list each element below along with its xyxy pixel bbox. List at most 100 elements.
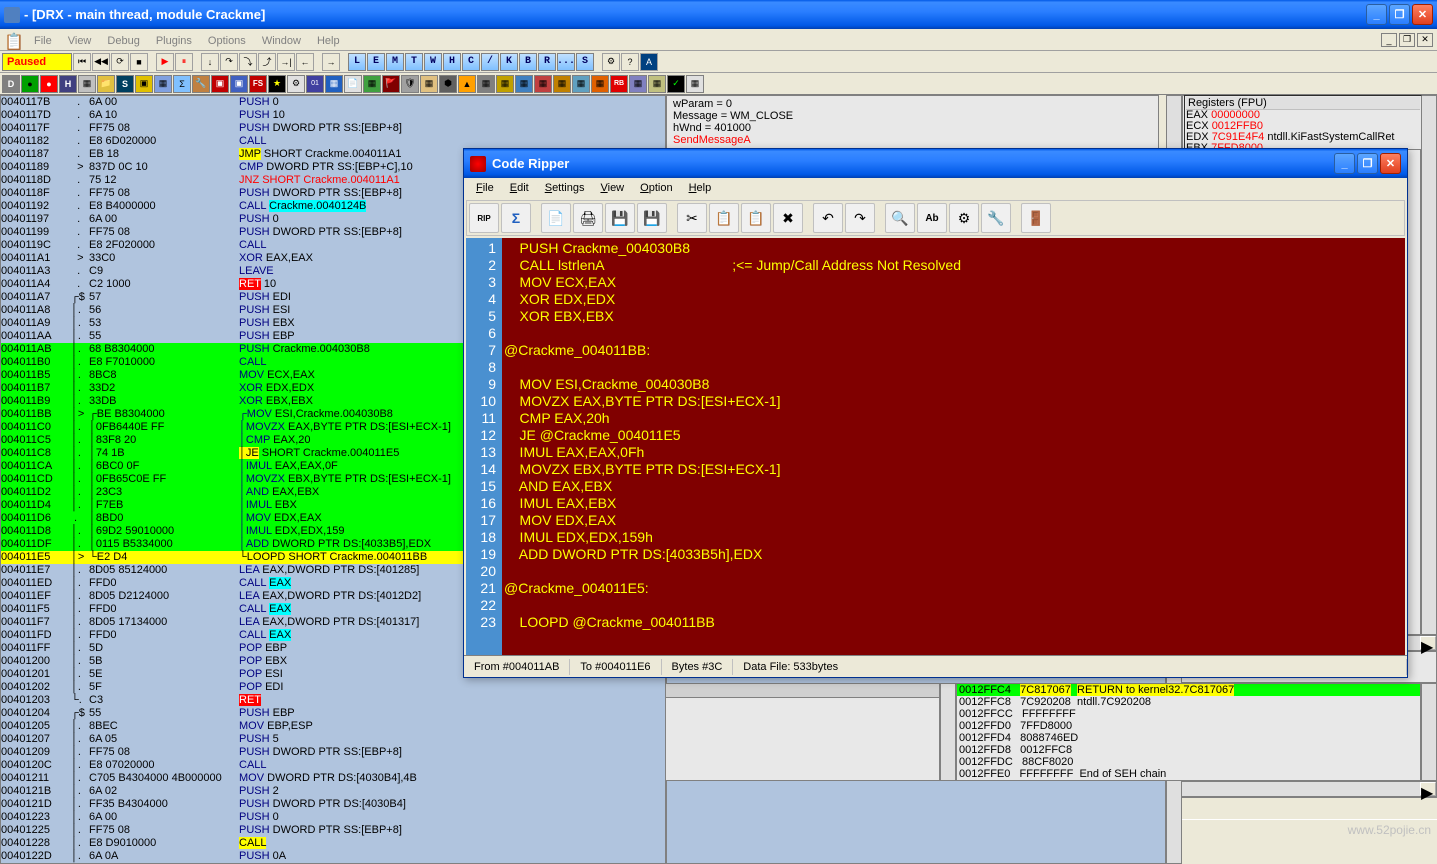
- menu-window[interactable]: Window: [254, 33, 309, 49]
- cr-code-line[interactable]: MOV EDX,EAX: [504, 512, 1403, 529]
- plugin-misc13-icon[interactable]: ✓: [667, 75, 685, 93]
- cr-menu-file[interactable]: File: [468, 180, 502, 196]
- stack-row[interactable]: 0012FFE0 FFFFFFFF End of SEH chain: [957, 768, 1420, 780]
- disasm-row[interactable]: 00401228│.E8 D9010000CALL: [1, 837, 665, 850]
- disasm-row[interactable]: 00401207│.6A 05PUSH 5: [1, 733, 665, 746]
- plugin-misc8-icon[interactable]: ▦: [553, 75, 571, 93]
- cr-new-icon[interactable]: 📄: [541, 203, 571, 233]
- disasm-row[interactable]: 0040121D│.FF35 B4304000PUSH DWORD PTR DS…: [1, 798, 665, 811]
- cr-code-line[interactable]: AND EAX,EBX: [504, 478, 1403, 495]
- cr-copy-icon[interactable]: 📋: [709, 203, 739, 233]
- tb-letter-m[interactable]: M: [386, 53, 404, 71]
- plugin-shield-icon[interactable]: 🛡: [401, 75, 419, 93]
- cr-sigma-icon[interactable]: Σ: [501, 203, 531, 233]
- plugin-misc1-icon[interactable]: ▦: [420, 75, 438, 93]
- disasm-row[interactable]: 00401182 .E8 6D020000CALL: [1, 135, 665, 148]
- tb-rewind-icon[interactable]: ⏮: [73, 53, 91, 71]
- cr-tool-icon[interactable]: 🔧: [981, 203, 1011, 233]
- disasm-row[interactable]: 0040121B│.6A 02PUSH 2: [1, 785, 665, 798]
- plugin-green-icon[interactable]: ●: [21, 75, 39, 93]
- stack-row[interactable]: 0012FFDC 88CF8020: [957, 756, 1420, 768]
- stack-row[interactable]: 0012FFD4 8088746ED: [957, 732, 1420, 744]
- disasm-row[interactable]: 0040117B .6A 00PUSH 0: [1, 96, 665, 109]
- plugin-yellow-icon[interactable]: ▣: [135, 75, 153, 93]
- tb-letter-h[interactable]: H: [443, 53, 461, 71]
- cr-menu-edit[interactable]: Edit: [502, 180, 537, 196]
- cr-code-line[interactable]: JE @Crackme_004011E5: [504, 427, 1403, 444]
- plugin-gear-icon[interactable]: ⚙: [287, 75, 305, 93]
- cr-code-line[interactable]: IMUL EDX,EDX,159h: [504, 529, 1403, 546]
- cr-code-line[interactable]: [504, 563, 1403, 580]
- cr-titlebar[interactable]: Code Ripper _ ❐ ✕: [464, 149, 1407, 178]
- tb-traceinto-icon[interactable]: ⤴: [258, 53, 276, 71]
- cr-code-line[interactable]: PUSH Crackme_004030B8: [504, 240, 1403, 257]
- cr-maximize-button[interactable]: ❐: [1357, 153, 1378, 174]
- plugin-grey1-icon[interactable]: ▦: [78, 75, 96, 93]
- plugin-misc5-icon[interactable]: ▦: [496, 75, 514, 93]
- cr-close-button[interactable]: ✕: [1380, 153, 1401, 174]
- cr-code-line[interactable]: MOVZX EAX,BYTE PTR DS:[ESI+ECX-1]: [504, 393, 1403, 410]
- disasm-row[interactable]: 00401209│.FF75 08PUSH DWORD PTR SS:[EBP+…: [1, 746, 665, 759]
- cr-code-line[interactable]: XOR EDX,EDX: [504, 291, 1403, 308]
- tb-refresh-icon[interactable]: ⟳: [111, 53, 129, 71]
- cr-redo-icon[interactable]: ↷: [845, 203, 875, 233]
- plugin-d-icon[interactable]: D: [2, 75, 20, 93]
- plugin-red-icon[interactable]: ●: [40, 75, 58, 93]
- tb-letter-...[interactable]: ...: [557, 53, 575, 71]
- disasm-row[interactable]: 00401203└.C3RET: [1, 694, 665, 707]
- tb-letter-e[interactable]: E: [367, 53, 385, 71]
- cr-exit-icon[interactable]: 🚪: [1021, 203, 1051, 233]
- dump-vscroll[interactable]: [940, 683, 956, 781]
- cr-code-line[interactable]: IMUL EAX,EAX,0Fh: [504, 444, 1403, 461]
- disasm-row[interactable]: 0040117D .6A 10PUSH 10: [1, 109, 665, 122]
- maximize-button[interactable]: ❐: [1389, 4, 1410, 25]
- cr-save-icon[interactable]: 💾: [605, 203, 635, 233]
- plugin-misc12-icon[interactable]: ▦: [648, 75, 666, 93]
- cr-rip-icon[interactable]: RIP: [469, 203, 499, 233]
- plugin-misc2-icon[interactable]: ⬢: [439, 75, 457, 93]
- minimize-button[interactable]: _: [1366, 4, 1387, 25]
- cr-menu-option[interactable]: Option: [632, 180, 680, 196]
- cr-settings-icon[interactable]: ⚙: [949, 203, 979, 233]
- cr-print-icon[interactable]: 🖨: [573, 203, 603, 233]
- tb-settings-icon[interactable]: ⚙: [602, 53, 620, 71]
- stack-vscroll[interactable]: [1421, 683, 1437, 781]
- disasm-row[interactable]: 00401202│.5FPOP EDI: [1, 681, 665, 694]
- plugin-misc10-icon[interactable]: ▦: [591, 75, 609, 93]
- cr-code-line[interactable]: MOVZX EBX,BYTE PTR DS:[ESI+ECX-1]: [504, 461, 1403, 478]
- tb-play-icon[interactable]: ▶: [156, 53, 174, 71]
- tb-back-icon[interactable]: ◀◀: [92, 53, 110, 71]
- cr-delete-icon[interactable]: ✖: [773, 203, 803, 233]
- stack-row[interactable]: 0012FFC8 7C920208 ntdll.7C920208: [957, 696, 1420, 708]
- cr-code-line[interactable]: CMP EAX,20h: [504, 410, 1403, 427]
- cr-code-line[interactable]: ADD DWORD PTR DS:[4033B5h],EDX: [504, 546, 1403, 563]
- plugin-grn2-icon[interactable]: ▦: [363, 75, 381, 93]
- cr-menu-view[interactable]: View: [592, 180, 632, 196]
- tb-letter-b[interactable]: B: [519, 53, 537, 71]
- plugin-blue2-icon[interactable]: ▣: [230, 75, 248, 93]
- disasm-row[interactable]: 0040122D│.6A 0APUSH 0A: [1, 850, 665, 863]
- stack-row[interactable]: 0012FFC4 7C817067 RETURN to kernel32.7C8…: [957, 684, 1420, 696]
- tb-goto-icon[interactable]: →: [322, 53, 340, 71]
- plugin-tool1-icon[interactable]: 🔧: [192, 75, 210, 93]
- plugin-misc4-icon[interactable]: ▦: [477, 75, 495, 93]
- cr-code-line[interactable]: @Crackme_004011BB:: [504, 342, 1403, 359]
- tb-letter-r[interactable]: R: [538, 53, 556, 71]
- cr-code-line[interactable]: [504, 597, 1403, 614]
- plugin-folder-icon[interactable]: 📁: [97, 75, 115, 93]
- plugin-misc11-icon[interactable]: ▦: [629, 75, 647, 93]
- cr-replace-icon[interactable]: Ab: [917, 203, 947, 233]
- cr-code-line[interactable]: MOV ECX,EAX: [504, 274, 1403, 291]
- plugin-h-icon[interactable]: H: [59, 75, 77, 93]
- cr-undo-icon[interactable]: ↶: [813, 203, 843, 233]
- cr-code-line[interactable]: [504, 325, 1403, 342]
- disasm-row[interactable]: 00401225│.FF75 08PUSH DWORD PTR SS:[EBP+…: [1, 824, 665, 837]
- tb-letter-c[interactable]: C: [462, 53, 480, 71]
- plugin-txt-icon[interactable]: 📄: [344, 75, 362, 93]
- disasm-row[interactable]: 00401211│.C705 B4304000 4B000000MOV DWOR…: [1, 772, 665, 785]
- cr-code-line[interactable]: [504, 359, 1403, 376]
- tb-letter-s[interactable]: S: [576, 53, 594, 71]
- mdi-minimize-button[interactable]: _: [1381, 33, 1397, 47]
- disasm-row[interactable]: 00401205│.8BECMOV EBP,ESP: [1, 720, 665, 733]
- tb-font-icon[interactable]: A: [640, 53, 658, 71]
